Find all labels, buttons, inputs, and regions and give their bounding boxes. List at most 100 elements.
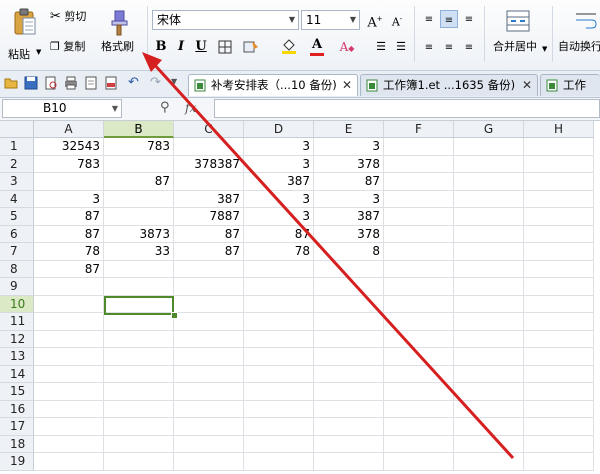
cell-c19[interactable] bbox=[174, 453, 244, 471]
cell-d10[interactable] bbox=[244, 295, 314, 313]
cell-e5[interactable]: 387 bbox=[314, 208, 384, 226]
cell-b1[interactable]: 783 bbox=[104, 138, 174, 156]
column-header-g[interactable]: G bbox=[454, 121, 524, 138]
cell-e14[interactable] bbox=[314, 365, 384, 383]
row-header[interactable]: 4 bbox=[0, 190, 34, 208]
cell-e12[interactable] bbox=[314, 330, 384, 348]
name-box[interactable]: B10 ▼ bbox=[2, 99, 122, 118]
search-icon[interactable]: ⚲ bbox=[160, 100, 170, 115]
cell-d3[interactable]: 387 bbox=[244, 173, 314, 191]
undo-icon[interactable]: ↶ bbox=[128, 75, 139, 90]
row-header[interactable]: 13 bbox=[0, 348, 34, 366]
formula-input[interactable] bbox=[214, 99, 600, 118]
fill-handle[interactable] bbox=[171, 312, 178, 319]
cell-g17[interactable] bbox=[454, 418, 524, 436]
cell-b10[interactable] bbox=[104, 295, 174, 313]
cell-c8[interactable] bbox=[174, 260, 244, 278]
cell-e9[interactable] bbox=[314, 278, 384, 296]
cell-d5[interactable]: 3 bbox=[244, 208, 314, 226]
cell-b18[interactable] bbox=[104, 435, 174, 453]
wrap-text-button[interactable]: 自动换行 bbox=[556, 8, 600, 62]
shrink-font-button[interactable]: A- bbox=[388, 10, 406, 29]
font-color-button[interactable]: A bbox=[308, 36, 326, 56]
cell-a17[interactable] bbox=[34, 418, 104, 436]
cell-a13[interactable] bbox=[34, 348, 104, 366]
cell-c17[interactable] bbox=[174, 418, 244, 436]
align-right-button[interactable]: ≡ bbox=[460, 38, 478, 56]
cell-g3[interactable] bbox=[454, 173, 524, 191]
cell-b15[interactable] bbox=[104, 383, 174, 401]
cell-d17[interactable] bbox=[244, 418, 314, 436]
cell-c1[interactable] bbox=[174, 138, 244, 156]
cell-c10[interactable] bbox=[174, 295, 244, 313]
cell-d2[interactable]: 3 bbox=[244, 155, 314, 173]
cell-g4[interactable] bbox=[454, 190, 524, 208]
row-header[interactable]: 1 bbox=[0, 138, 34, 156]
outdent-button[interactable]: ☰ bbox=[392, 38, 410, 56]
cell-h10[interactable] bbox=[524, 295, 594, 313]
row-header[interactable]: 12 bbox=[0, 330, 34, 348]
align-bottom-button[interactable]: ≡ bbox=[460, 10, 478, 28]
cell-e2[interactable]: 378 bbox=[314, 155, 384, 173]
row-header[interactable]: 14 bbox=[0, 365, 34, 383]
cell-a2[interactable]: 783 bbox=[34, 155, 104, 173]
format-painter-button[interactable]: 格式刷 bbox=[98, 8, 142, 62]
cell-f5[interactable] bbox=[384, 208, 454, 226]
row-header[interactable]: 7 bbox=[0, 243, 34, 261]
export-pdf-icon[interactable] bbox=[104, 76, 118, 90]
cell-f15[interactable] bbox=[384, 383, 454, 401]
font-size-select[interactable]: 11 ▼ bbox=[301, 10, 360, 30]
cell-c12[interactable] bbox=[174, 330, 244, 348]
cell-g19[interactable] bbox=[454, 453, 524, 471]
cell-h19[interactable] bbox=[524, 453, 594, 471]
cell-f17[interactable] bbox=[384, 418, 454, 436]
cell-b12[interactable] bbox=[104, 330, 174, 348]
row-header[interactable]: 3 bbox=[0, 173, 34, 191]
cell-g9[interactable] bbox=[454, 278, 524, 296]
cell-a19[interactable] bbox=[34, 453, 104, 471]
merge-center-button[interactable]: 合并居中 ▼ bbox=[490, 8, 550, 62]
print-preview-icon[interactable] bbox=[44, 76, 58, 90]
align-top-button[interactable]: ≡ bbox=[420, 10, 438, 28]
cell-d12[interactable] bbox=[244, 330, 314, 348]
cell-f3[interactable] bbox=[384, 173, 454, 191]
cell-c5[interactable]: 7887 bbox=[174, 208, 244, 226]
cell-h2[interactable] bbox=[524, 155, 594, 173]
align-left-button[interactable]: ≡ bbox=[420, 38, 438, 56]
cell-f4[interactable] bbox=[384, 190, 454, 208]
cell-b19[interactable] bbox=[104, 453, 174, 471]
preview-icon[interactable] bbox=[84, 76, 98, 90]
save-icon[interactable] bbox=[24, 76, 38, 90]
cell-a8[interactable]: 87 bbox=[34, 260, 104, 278]
paste-button[interactable]: 粘贴 ▼ bbox=[6, 6, 46, 62]
cell-a18[interactable] bbox=[34, 435, 104, 453]
bold-button[interactable]: B bbox=[152, 38, 170, 56]
cell-b3[interactable]: 87 bbox=[104, 173, 174, 191]
row-header[interactable]: 11 bbox=[0, 313, 34, 331]
cell-f2[interactable] bbox=[384, 155, 454, 173]
cell-a12[interactable] bbox=[34, 330, 104, 348]
cell-f13[interactable] bbox=[384, 348, 454, 366]
cell-b14[interactable] bbox=[104, 365, 174, 383]
font-name-select[interactable]: 宋体 ▼ bbox=[152, 10, 299, 30]
cell-c4[interactable]: 387 bbox=[174, 190, 244, 208]
cell-f1[interactable] bbox=[384, 138, 454, 156]
cell-g2[interactable] bbox=[454, 155, 524, 173]
cell-f12[interactable] bbox=[384, 330, 454, 348]
row-header[interactable]: 17 bbox=[0, 418, 34, 436]
cell-d8[interactable] bbox=[244, 260, 314, 278]
cell-b4[interactable] bbox=[104, 190, 174, 208]
cell-f16[interactable] bbox=[384, 400, 454, 418]
cell-b17[interactable] bbox=[104, 418, 174, 436]
row-header[interactable]: 6 bbox=[0, 225, 34, 243]
cell-f9[interactable] bbox=[384, 278, 454, 296]
cell-b6[interactable]: 3873 bbox=[104, 225, 174, 243]
column-header-b[interactable]: B bbox=[104, 121, 174, 138]
underline-button[interactable]: U bbox=[192, 38, 210, 56]
cell-d1[interactable]: 3 bbox=[244, 138, 314, 156]
cell-g16[interactable] bbox=[454, 400, 524, 418]
cell-d6[interactable]: 87 bbox=[244, 225, 314, 243]
cell-a1[interactable]: 32543 bbox=[34, 138, 104, 156]
cell-e3[interactable]: 87 bbox=[314, 173, 384, 191]
align-center-button[interactable]: ≡ bbox=[440, 38, 458, 56]
